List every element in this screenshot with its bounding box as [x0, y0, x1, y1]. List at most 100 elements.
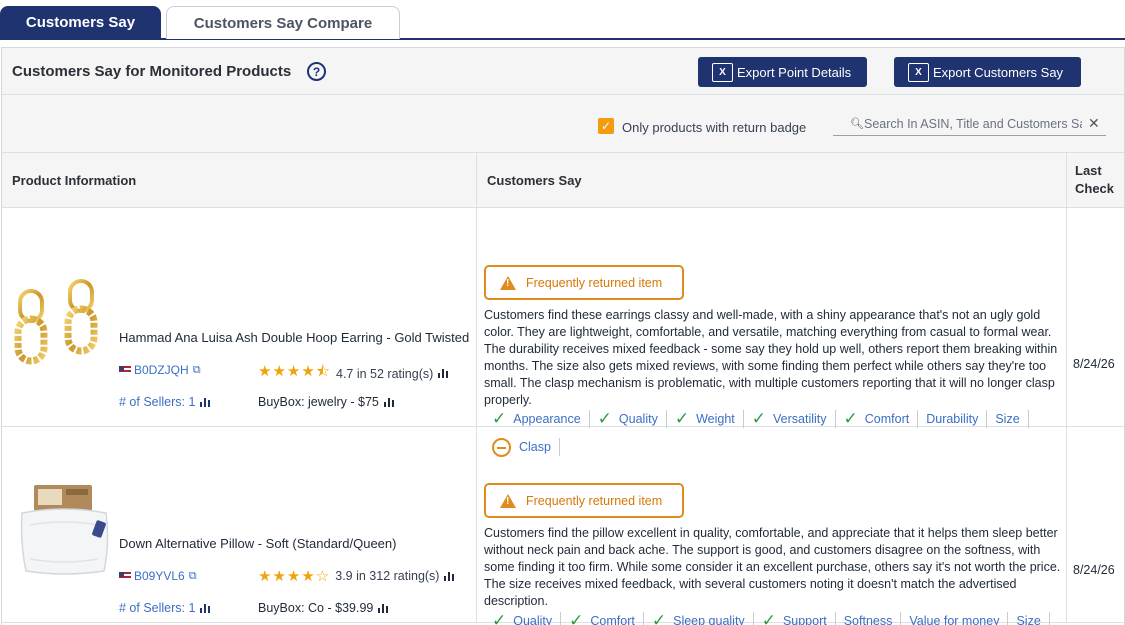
- aspect-chip-size[interactable]: Size: [1016, 612, 1050, 625]
- aspect-chip-label: Appearance: [513, 412, 581, 426]
- table-row: Hammad Ana Luisa Ash Double Hoop Earring…: [2, 209, 1124, 457]
- aspect-chip-sleep-quality[interactable]: ✓ Sleep quality: [651, 611, 754, 625]
- search-icon: 🔍︎: [850, 118, 864, 130]
- aspect-chip-size[interactable]: Size: [995, 410, 1029, 428]
- asin-value: B09YVL6: [134, 569, 185, 583]
- asin-link[interactable]: B0DZJQH ⧉: [119, 363, 201, 377]
- customers-say-panel: Customers Say for Monitored Products ? X…: [1, 47, 1125, 625]
- external-link-icon[interactable]: ⧉: [189, 570, 197, 583]
- bar-chart-icon[interactable]: [378, 603, 389, 613]
- aspect-chip-quality[interactable]: ✓ Quality: [597, 409, 667, 428]
- check-icon: ✓: [674, 409, 690, 428]
- aspect-chip-appearance[interactable]: ✓ Appearance: [492, 409, 590, 428]
- export-point-details-label: Export Point Details: [737, 64, 852, 80]
- tab-customers-say[interactable]: Customers Say: [0, 6, 161, 39]
- buybox-info: BuyBox: jewelry - $75: [258, 395, 394, 409]
- sellers-count: # of Sellers: 1: [119, 601, 196, 615]
- return-badge: Frequently returned item: [484, 265, 684, 300]
- aspect-chip-quality[interactable]: ✓ Quality: [492, 611, 562, 625]
- bar-chart-icon[interactable]: [438, 369, 449, 378]
- aspect-chip-label: Size: [1016, 614, 1041, 625]
- aspect-chip-value-for-money[interactable]: Value for money: [909, 612, 1009, 625]
- bar-chart-icon[interactable]: [200, 603, 211, 613]
- aspect-chip-label: Softness: [843, 614, 893, 625]
- search-box: 🔍︎ ✕: [833, 112, 1106, 136]
- bar-chart-icon[interactable]: [383, 397, 394, 407]
- check-icon: ✓: [751, 409, 767, 428]
- rating-text: 3.9 in 312 rating(s): [335, 569, 440, 583]
- aspect-chip-softness[interactable]: Softness: [844, 612, 902, 625]
- table-header: Product Information Customers Say Last C…: [2, 153, 1124, 208]
- customers-say-summary: Customers find the pillow excellent in q…: [484, 526, 1061, 608]
- export-point-details-button[interactable]: X Export Point Details: [698, 57, 867, 87]
- tab-bar: Customers Say Customers Say Compare: [0, 0, 1125, 40]
- aspect-chip-label: Sleep quality: [673, 614, 745, 625]
- rating-stars: ★★★★☆: [258, 568, 331, 585]
- aspect-chip-weight[interactable]: ✓ Weight: [674, 409, 744, 428]
- column-header-last-check[interactable]: Last Check: [1075, 162, 1114, 198]
- aspect-chips: ✓ Quality ✓ Comfort ✓ Sleep quality ✓ Support So…: [492, 611, 1062, 625]
- bar-chart-icon[interactable]: [200, 397, 211, 407]
- product-image-earrings[interactable]: [14, 277, 106, 367]
- return-badge: Frequently returned item: [484, 483, 684, 518]
- product-rating: ★★★★⯪ 4.7 in 52 rating(s): [258, 361, 449, 386]
- sellers-count: # of Sellers: 1: [119, 395, 196, 409]
- check-icon: ✓: [651, 611, 667, 625]
- aspect-chip-label: Durability: [926, 412, 979, 426]
- product-image-pillow[interactable]: [18, 481, 110, 576]
- us-flag-icon: [119, 572, 131, 580]
- return-badge-label: Frequently returned item: [526, 275, 663, 290]
- last-check-line1: Last: [1075, 163, 1102, 178]
- tab-customers-say-compare[interactable]: Customers Say Compare: [166, 6, 400, 39]
- check-icon: ✓: [761, 611, 776, 625]
- filter-bar: ✓ Only products with return badge 🔍︎ ✕: [2, 95, 1124, 153]
- page-title: Customers Say for Monitored Products: [12, 63, 292, 80]
- us-flag-icon: [119, 366, 131, 374]
- aspect-chip-label: Value for money: [909, 614, 1000, 625]
- sellers-link[interactable]: # of Sellers: 1: [119, 395, 211, 409]
- aspect-chip-comfort[interactable]: ✓ Comfort: [569, 611, 644, 625]
- buybox-value: BuyBox: jewelry - $75: [258, 395, 379, 409]
- aspect-chip-label: Comfort: [864, 412, 910, 426]
- product-title[interactable]: Hammad Ana Luisa Ash Double Hoop Earring…: [119, 330, 469, 345]
- check-icon: ✓: [569, 611, 584, 625]
- check-icon: ✓: [492, 409, 507, 428]
- panel-header: Customers Say for Monitored Products ? X…: [2, 48, 1124, 95]
- aspect-chip-label: Size: [995, 412, 1020, 426]
- aspect-chip-versatility[interactable]: ✓ Versatility: [751, 409, 836, 428]
- aspect-chip-label: Quality: [618, 412, 658, 426]
- excel-icon: X: [712, 62, 733, 82]
- sellers-link[interactable]: # of Sellers: 1: [119, 601, 211, 615]
- export-customers-say-button[interactable]: X Export Customers Say: [894, 57, 1081, 87]
- help-icon[interactable]: ?: [307, 62, 326, 81]
- warning-triangle-icon: [500, 275, 516, 290]
- customers-say-summary: Customers find these earrings classy and…: [484, 308, 1058, 407]
- excel-icon: X: [908, 62, 929, 82]
- aspect-chip-label: Comfort: [590, 614, 635, 625]
- return-badge-label: Frequently returned item: [526, 493, 663, 508]
- last-check-date: 8/24/26: [1073, 357, 1115, 371]
- asin-link[interactable]: B09YVL6 ⧉: [119, 569, 197, 583]
- buybox-info: BuyBox: Co - $39.99: [258, 601, 389, 615]
- aspect-chip-support[interactable]: ✓ Support: [761, 611, 836, 625]
- buybox-value: BuyBox: Co - $39.99: [258, 601, 374, 615]
- aspect-chip-label: Versatility: [773, 412, 827, 426]
- export-customers-say-label: Export Customers Say: [933, 64, 1064, 80]
- aspect-chip-comfort[interactable]: ✓ Comfort: [844, 409, 919, 428]
- check-icon: ✓: [597, 409, 612, 428]
- last-check-line2: Check: [1075, 181, 1115, 196]
- aspect-chip-label: Weight: [696, 412, 735, 426]
- return-badge-checkbox-label[interactable]: Only products with return badge: [622, 120, 806, 135]
- bar-chart-icon[interactable]: [444, 571, 455, 581]
- external-link-icon[interactable]: ⧉: [193, 364, 201, 377]
- asin-value: B0DZJQH: [134, 363, 189, 377]
- close-icon[interactable]: ✕: [1088, 115, 1100, 132]
- last-check-date: 8/24/26: [1073, 563, 1115, 577]
- column-header-product: Product Information: [12, 173, 137, 188]
- rating-text: 4.7 in 52 rating(s): [336, 366, 434, 381]
- aspect-chip-label: Quality: [513, 614, 553, 625]
- return-badge-checkbox[interactable]: ✓: [598, 118, 614, 134]
- aspect-chip-durability[interactable]: Durability: [926, 410, 988, 428]
- product-title[interactable]: Down Alternative Pillow - Soft (Standard…: [119, 536, 396, 551]
- search-input[interactable]: [864, 114, 1082, 134]
